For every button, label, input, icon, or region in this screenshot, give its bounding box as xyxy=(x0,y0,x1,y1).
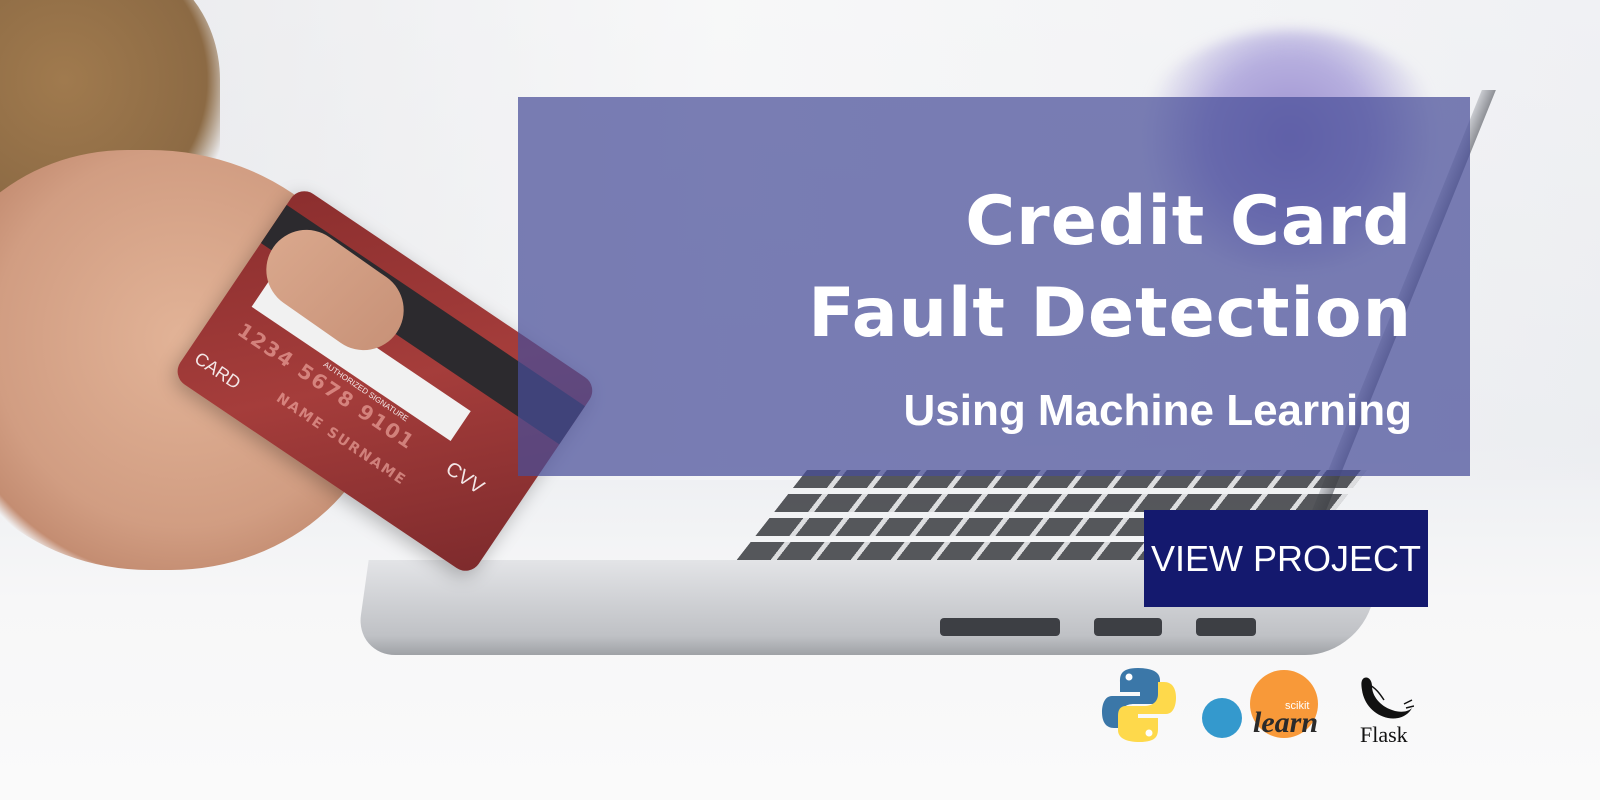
flask-logo-icon xyxy=(1361,677,1414,719)
page-title: Credit Card Fault Detection xyxy=(808,176,1412,360)
python-logo-icon xyxy=(1102,668,1176,742)
view-project-button[interactable]: VIEW PROJECT xyxy=(1144,510,1428,607)
title-line-2: Fault Detection xyxy=(808,274,1412,353)
laptop-port xyxy=(940,618,1060,636)
laptop-port xyxy=(1196,618,1256,636)
page-subtitle: Using Machine Learning xyxy=(903,386,1412,435)
laptop-port xyxy=(1094,618,1162,636)
learn-label: learn xyxy=(1253,706,1319,739)
title-line-1: Credit Card xyxy=(965,182,1412,261)
card-label: CARD xyxy=(190,348,245,394)
cvv-label: CVV xyxy=(441,457,488,499)
flask-label: Flask xyxy=(1360,722,1408,747)
